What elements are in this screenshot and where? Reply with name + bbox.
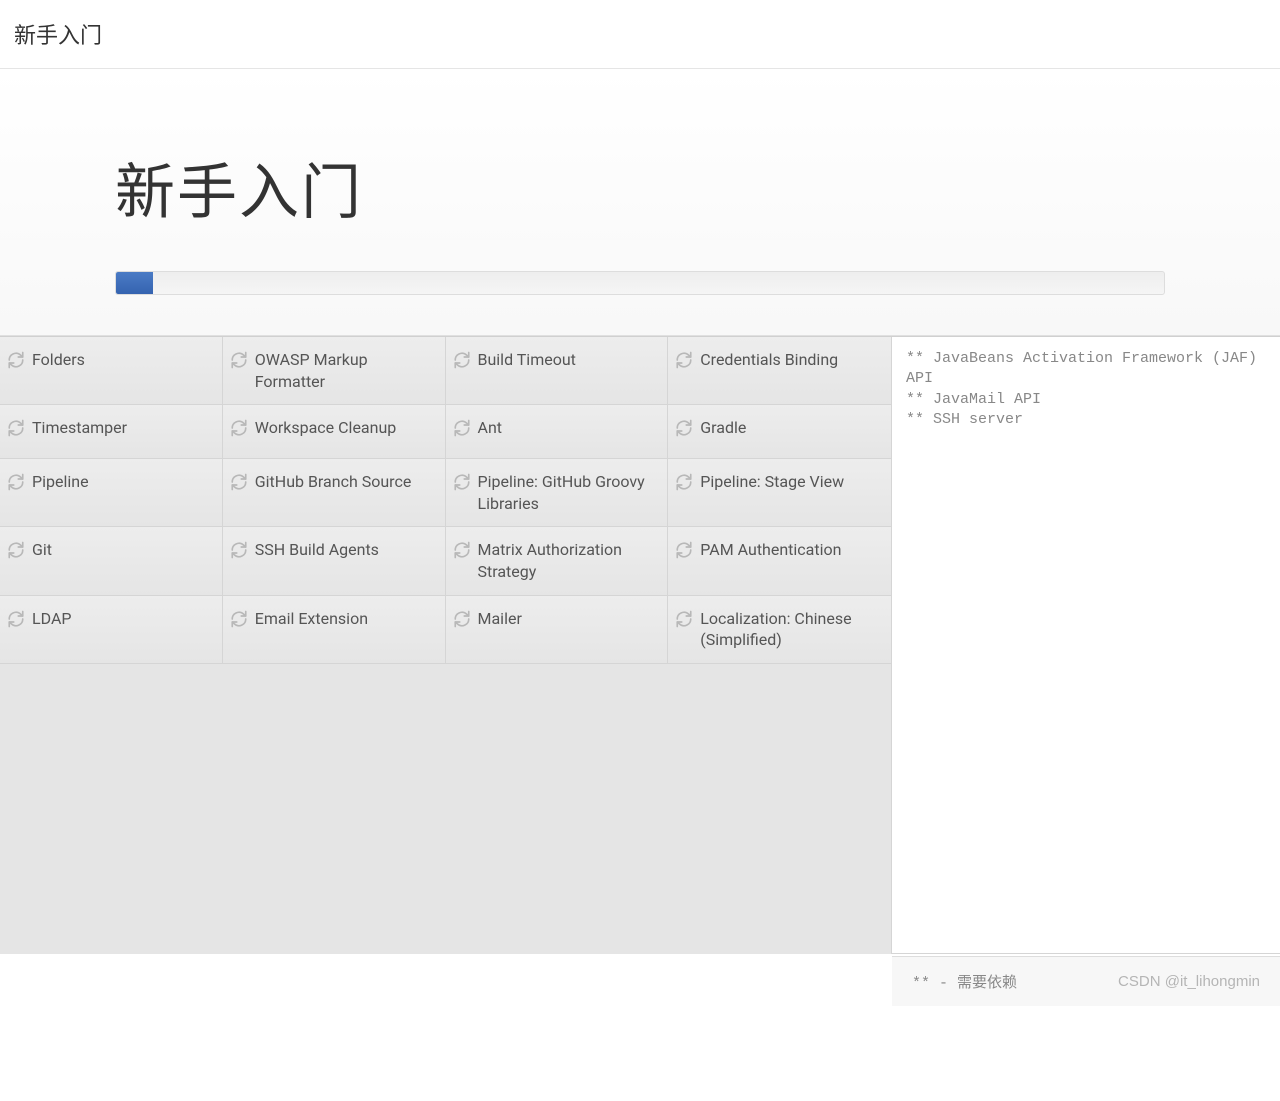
- refresh-icon: [674, 540, 694, 560]
- plugin-cell: Pipeline: [0, 459, 223, 527]
- refresh-icon: [674, 609, 694, 629]
- refresh-icon: [674, 418, 694, 438]
- plugin-grid: Folders OWASP Markup Formatter Build Tim…: [0, 337, 892, 954]
- plugin-name: LDAP: [32, 608, 71, 630]
- plugin-name: Pipeline: GitHub Groovy Libraries: [478, 471, 658, 514]
- plugin-name: Matrix Authorization Strategy: [478, 539, 658, 582]
- refresh-icon: [229, 472, 249, 492]
- plugin-cell: Workspace Cleanup: [223, 405, 446, 459]
- plugin-cell: Ant: [446, 405, 669, 459]
- plugin-name: PAM Authentication: [700, 539, 841, 561]
- hero-section: 新手入门: [0, 69, 1280, 336]
- plugin-cell: Matrix Authorization Strategy: [446, 527, 669, 595]
- plugin-cell: Pipeline: Stage View: [668, 459, 891, 527]
- page-title: 新手入门: [115, 144, 1165, 231]
- refresh-icon: [6, 350, 26, 370]
- log-line: ** JavaMail API: [906, 390, 1266, 410]
- footer-dependency-note: ** - 需要依赖: [912, 971, 1017, 992]
- refresh-icon: [452, 609, 472, 629]
- install-log-panel: ** JavaBeans Activation Framework (JAF) …: [892, 337, 1280, 954]
- plugin-name: OWASP Markup Formatter: [255, 349, 435, 392]
- refresh-icon: [229, 350, 249, 370]
- plugin-cell: Folders: [0, 337, 223, 405]
- refresh-icon: [229, 418, 249, 438]
- plugin-name: Pipeline: Stage View: [700, 471, 844, 493]
- content-area: Folders OWASP Markup Formatter Build Tim…: [0, 336, 1280, 954]
- refresh-icon: [6, 472, 26, 492]
- plugin-name: Pipeline: [32, 471, 89, 493]
- plugin-cell: SSH Build Agents: [223, 527, 446, 595]
- refresh-icon: [674, 350, 694, 370]
- plugin-name: Ant: [478, 417, 503, 439]
- refresh-icon: [6, 418, 26, 438]
- plugin-name: Timestamper: [32, 417, 127, 439]
- refresh-icon: [229, 540, 249, 560]
- refresh-icon: [6, 540, 26, 560]
- header-title: 新手入门: [14, 18, 1266, 50]
- plugin-name: Localization: Chinese (Simplified): [700, 608, 881, 651]
- footer-bar: ** - 需要依赖 CSDN @it_lihongmin: [892, 956, 1280, 1006]
- refresh-icon: [452, 350, 472, 370]
- plugin-cell: LDAP: [0, 596, 223, 664]
- plugin-name: Git: [32, 539, 52, 561]
- refresh-icon: [452, 540, 472, 560]
- plugin-cell: Pipeline: GitHub Groovy Libraries: [446, 459, 669, 527]
- plugin-name: Email Extension: [255, 608, 368, 630]
- plugin-cell: Localization: Chinese (Simplified): [668, 596, 891, 664]
- plugin-name: Credentials Binding: [700, 349, 838, 371]
- refresh-icon: [452, 472, 472, 492]
- refresh-icon: [6, 609, 26, 629]
- plugin-name: SSH Build Agents: [255, 539, 379, 561]
- refresh-icon: [229, 609, 249, 629]
- watermark: CSDN @it_lihongmin: [1118, 973, 1260, 990]
- plugin-cell: GitHub Branch Source: [223, 459, 446, 527]
- plugin-name: Gradle: [700, 417, 746, 439]
- refresh-icon: [674, 472, 694, 492]
- plugin-cell: Git: [0, 527, 223, 595]
- plugin-name: Mailer: [478, 608, 522, 630]
- plugin-cell: OWASP Markup Formatter: [223, 337, 446, 405]
- log-line: ** SSH server: [906, 410, 1266, 430]
- plugin-cell: Mailer: [446, 596, 669, 664]
- log-line: ** JavaBeans Activation Framework (JAF) …: [906, 349, 1266, 390]
- plugin-name: Build Timeout: [478, 349, 576, 371]
- plugin-cell: Credentials Binding: [668, 337, 891, 405]
- progress-bar: [115, 271, 1165, 295]
- header-bar: 新手入门: [0, 0, 1280, 69]
- plugin-name: Workspace Cleanup: [255, 417, 397, 439]
- plugin-name: GitHub Branch Source: [255, 471, 412, 493]
- plugin-cell: Build Timeout: [446, 337, 669, 405]
- plugin-cell: Email Extension: [223, 596, 446, 664]
- plugin-cell: PAM Authentication: [668, 527, 891, 595]
- plugin-cell: Gradle: [668, 405, 891, 459]
- plugin-cell: Timestamper: [0, 405, 223, 459]
- progress-bar-fill: [116, 272, 153, 294]
- plugin-name: Folders: [32, 349, 85, 371]
- refresh-icon: [452, 418, 472, 438]
